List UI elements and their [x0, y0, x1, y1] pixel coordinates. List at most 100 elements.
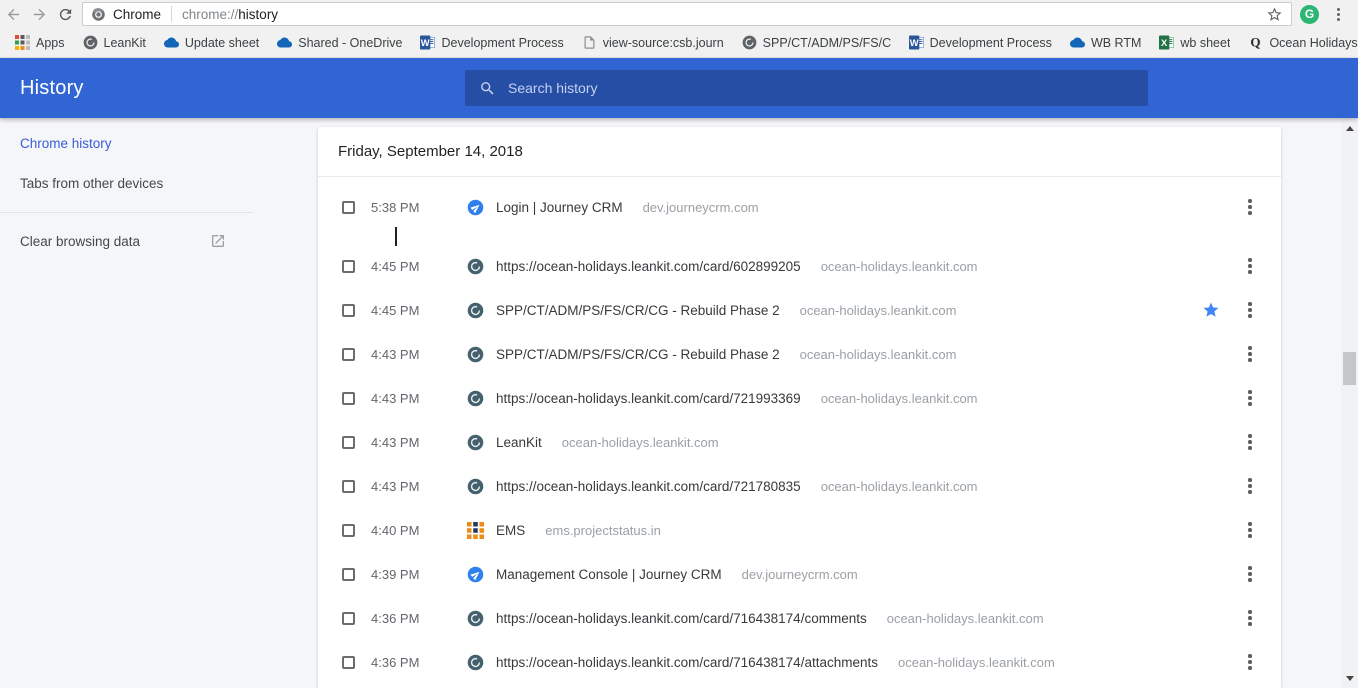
url-text[interactable]: chrome://history — [182, 7, 278, 22]
row-menu-icon[interactable] — [1241, 475, 1259, 497]
row-time: 4:39 PM — [371, 567, 467, 582]
row-domain: ocean-holidays.leankit.com — [821, 391, 978, 406]
leankit-favicon-icon — [467, 302, 484, 319]
bookmark-item[interactable]: Shared - OneDrive — [268, 31, 411, 55]
bookmark-item[interactable]: Q Ocean Holidays Stagi — [1239, 31, 1358, 55]
scroll-down-icon[interactable] — [1341, 670, 1358, 686]
row-checkbox[interactable] — [342, 612, 355, 625]
page-chip-label: Chrome — [113, 7, 161, 22]
page-icon — [582, 35, 597, 50]
row-title-link[interactable]: https://ocean-holidays.leankit.com/card/… — [496, 479, 801, 494]
row-title-link[interactable]: LeanKit — [496, 435, 542, 450]
row-checkbox[interactable] — [342, 524, 355, 537]
history-row: 4:45 PM https://ocean-holidays.leankit.c… — [318, 244, 1281, 288]
browser-toolbar: Chrome chrome://history G — [0, 0, 1358, 28]
q-logo-icon: Q — [1248, 35, 1263, 50]
bookmark-item[interactable]: X wb sheet — [1150, 31, 1239, 55]
bookmark-item[interactable]: view-source:csb.journ — [573, 31, 733, 55]
onedrive-icon — [277, 35, 292, 50]
row-time: 4:45 PM — [371, 303, 467, 318]
row-title-link[interactable]: SPP/CT/ADM/PS/FS/CR/CG - Rebuild Phase 2 — [496, 347, 780, 362]
row-title-link[interactable]: https://ocean-holidays.leankit.com/card/… — [496, 655, 878, 670]
back-icon[interactable] — [0, 2, 26, 26]
scroll-up-icon[interactable] — [1341, 120, 1358, 136]
leankit-favicon-icon — [467, 478, 484, 495]
row-checkbox[interactable] — [342, 260, 355, 273]
history-page-header: History — [0, 58, 1358, 118]
row-checkbox[interactable] — [342, 201, 355, 214]
excel-icon: X — [1159, 35, 1174, 50]
row-checkbox[interactable] — [342, 480, 355, 493]
sidebar-divider — [0, 212, 253, 213]
open-in-new-icon — [210, 233, 226, 249]
browser-window: Chrome chrome://history G Apps LeanKit U… — [0, 0, 1358, 688]
browser-menu-icon[interactable] — [1331, 6, 1346, 23]
sidebar-item-tabs-other-devices[interactable]: Tabs from other devices — [0, 170, 253, 198]
apps-grid-icon — [15, 35, 30, 50]
svg-text:W: W — [909, 38, 918, 48]
leankit-favicon-icon — [467, 610, 484, 627]
ems-favicon-icon — [467, 522, 484, 539]
page-title: History — [20, 77, 84, 100]
row-domain: ocean-holidays.leankit.com — [887, 611, 1044, 626]
history-list: 5:38 PM Login | Journey CRM dev.journeyc… — [318, 177, 1281, 684]
row-title-link[interactable]: EMS — [496, 523, 525, 538]
row-title-link[interactable]: https://ocean-holidays.leankit.com/card/… — [496, 259, 801, 274]
row-menu-icon[interactable] — [1241, 196, 1259, 218]
bookmark-item[interactable]: W Development Process — [900, 31, 1061, 55]
row-domain: ocean-holidays.leankit.com — [562, 435, 719, 450]
chrome-logo-icon — [91, 7, 106, 22]
row-title-link[interactable]: https://ocean-holidays.leankit.com/card/… — [496, 391, 801, 406]
history-search-box[interactable] — [465, 70, 1148, 106]
row-title-link[interactable]: https://ocean-holidays.leankit.com/card/… — [496, 611, 867, 626]
bookmark-item[interactable]: LeanKit — [74, 31, 155, 55]
bookmark-item[interactable]: W Development Process — [411, 31, 572, 55]
row-menu-icon[interactable] — [1241, 431, 1259, 453]
scrollbar[interactable] — [1341, 118, 1358, 688]
row-time: 5:38 PM — [371, 200, 467, 215]
row-time: 4:40 PM — [371, 523, 467, 538]
row-menu-icon[interactable] — [1241, 651, 1259, 673]
history-row: 4:39 PM Management Console | Journey CRM… — [318, 552, 1281, 596]
address-bar[interactable]: Chrome chrome://history — [82, 2, 1292, 26]
bookmark-item[interactable]: SPP/CT/ADM/PS/FS/C — [733, 31, 900, 55]
grammarly-extension-icon[interactable]: G — [1300, 5, 1319, 24]
row-checkbox[interactable] — [342, 348, 355, 361]
starred-icon — [1202, 301, 1220, 319]
row-checkbox[interactable] — [342, 304, 355, 317]
row-checkbox[interactable] — [342, 436, 355, 449]
word-icon: W — [909, 35, 924, 50]
search-input[interactable] — [508, 80, 1068, 96]
bookmark-item[interactable]: Apps — [6, 31, 74, 55]
bookmark-star-icon[interactable] — [1266, 6, 1283, 23]
row-checkbox[interactable] — [342, 656, 355, 669]
row-menu-icon[interactable] — [1241, 387, 1259, 409]
bookmark-item[interactable]: WB RTM — [1061, 31, 1150, 55]
row-time: 4:43 PM — [371, 391, 467, 406]
row-checkbox[interactable] — [342, 568, 355, 581]
leankit-gray-icon — [83, 35, 98, 50]
row-title-link[interactable]: Management Console | Journey CRM — [496, 567, 722, 582]
history-row: 4:43 PM LeanKit ocean-holidays.leankit.c… — [318, 420, 1281, 464]
onedrive-icon — [1070, 35, 1085, 50]
row-menu-icon[interactable] — [1241, 255, 1259, 277]
sidebar-item-chrome-history[interactable]: Chrome history — [0, 130, 253, 158]
row-menu-icon[interactable] — [1241, 343, 1259, 365]
row-domain: ems.projectstatus.in — [545, 523, 661, 538]
forward-icon[interactable] — [26, 2, 52, 26]
row-menu-icon[interactable] — [1241, 563, 1259, 585]
row-title-link[interactable]: Login | Journey CRM — [496, 200, 623, 215]
sidebar-item-clear-browsing-data[interactable]: Clear browsing data — [0, 227, 253, 255]
row-menu-icon[interactable] — [1241, 519, 1259, 541]
history-row: 4:45 PM SPP/CT/ADM/PS/FS/CR/CG - Rebuild… — [318, 288, 1281, 332]
row-menu-icon[interactable] — [1241, 299, 1259, 321]
history-sidebar: Chrome history Tabs from other devices C… — [0, 118, 253, 688]
row-title-link[interactable]: SPP/CT/ADM/PS/FS/CR/CG - Rebuild Phase 2 — [496, 303, 780, 318]
row-time: 4:45 PM — [371, 259, 467, 274]
history-row: 4:43 PM https://ocean-holidays.leankit.c… — [318, 464, 1281, 508]
row-menu-icon[interactable] — [1241, 607, 1259, 629]
bookmark-item[interactable]: Update sheet — [155, 31, 268, 55]
scrollbar-thumb[interactable] — [1343, 352, 1356, 385]
row-checkbox[interactable] — [342, 392, 355, 405]
reload-icon[interactable] — [52, 2, 78, 26]
